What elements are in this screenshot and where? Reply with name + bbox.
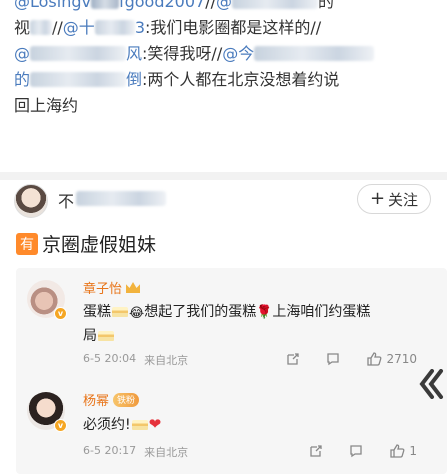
redacted-text — [232, 0, 318, 9]
comment-text: 蛋糕 😂想起了我们的蛋糕🌹上海咱们约蛋糕局 — [83, 304, 371, 344]
poster-avatar[interactable] — [14, 184, 48, 218]
commenter-name[interactable]: 章子怡 — [83, 278, 141, 297]
comment-icon[interactable] — [326, 352, 340, 366]
tag-badge: 有 — [16, 232, 38, 255]
repost-line-2: 视//@十 3:我们电影圈都是这样的// — [14, 18, 322, 37]
comment-location: 来自北京 — [144, 446, 189, 459]
cake-emoji-icon — [112, 307, 128, 317]
collapse-arrow-icon[interactable] — [414, 366, 447, 402]
comment-actions: 2710 — [286, 351, 417, 367]
comment-time: 6-5 20:17 — [83, 444, 137, 457]
mention-link[interactable]: @十 3 — [63, 18, 145, 37]
share-icon[interactable] — [309, 444, 323, 458]
comment-time: 6-5 20:04 — [83, 352, 137, 365]
like-count: 1 — [409, 444, 417, 458]
mention-link[interactable]: @ 风 — [14, 44, 142, 63]
repost-line-3: @ 风:笑得我呀//@今 — [14, 41, 439, 67]
post-body: 有 京圈虚假姐妹 — [16, 230, 156, 257]
redacted-text — [30, 72, 127, 87]
repost-line-5: 回上海约 — [14, 96, 79, 115]
post-body-text: 京圈虚假姐妹 — [42, 234, 157, 256]
like-icon — [390, 444, 405, 458]
cake-emoji-icon — [131, 420, 148, 430]
comment-card: v 章子怡 蛋糕 😂想起了我们的蛋糕🌹上海咱们约蛋糕局 6-5 20:04 来自北… — [16, 268, 447, 474]
like-count: 2710 — [386, 352, 417, 366]
comment-location: 来自北京 — [144, 354, 189, 367]
repost-line-4: 的倒:两个人都在北京没想着约说 — [14, 70, 340, 89]
comment-actions: 1 — [309, 443, 417, 459]
like-icon — [367, 352, 382, 366]
comment-meta: 6-5 20:04 来自北京 — [83, 352, 188, 368]
fan-badge: 铁粉 — [113, 392, 140, 407]
rose-emoji-icon: 🌹 — [256, 305, 273, 320]
redacted-text — [30, 20, 53, 35]
crying-laugh-emoji-icon: 😂 — [129, 306, 145, 321]
follow-label: 关注 — [388, 190, 419, 209]
mention-link[interactable]: @今 — [222, 44, 375, 63]
redacted-text — [90, 0, 119, 9]
mention-link[interactable]: 的倒 — [14, 70, 142, 89]
verified-badge-icon: v — [54, 419, 67, 432]
heart-emoji-icon: ❤ — [148, 415, 162, 433]
poster-name[interactable]: 不 — [58, 188, 74, 212]
comment-meta: 6-5 20:17 来自北京 — [83, 444, 188, 460]
mention-link[interactable]: @Losingv fgood2007 — [14, 0, 205, 11]
mention-link[interactable]: @ — [216, 0, 318, 11]
comment-icon[interactable] — [349, 444, 363, 458]
section-divider — [0, 172, 447, 180]
share-icon[interactable] — [286, 352, 300, 366]
crown-icon — [126, 282, 141, 293]
redacted-poster-name — [76, 191, 166, 206]
redacted-text — [254, 46, 375, 61]
cake-emoji-icon — [98, 331, 114, 341]
comment-text: 必须约! ❤ — [83, 415, 162, 433]
like-button[interactable]: 2710 — [366, 351, 417, 367]
commenter-name[interactable]: 杨幂 铁粉 — [83, 390, 140, 409]
redacted-text — [30, 46, 126, 61]
repost-line-1: @Losingv fgood2007//@ 的 — [14, 0, 439, 15]
follow-plus-icon: + — [369, 188, 386, 209]
repost-chain: @Losingv fgood2007//@ 的 视//@十 3:我们电影圈都是这样的/… — [14, 0, 439, 119]
like-button[interactable]: 1 — [389, 443, 417, 459]
verified-badge-icon: v — [54, 307, 67, 320]
redacted-text — [94, 20, 135, 35]
follow-button[interactable]: + 关注 — [357, 184, 431, 214]
